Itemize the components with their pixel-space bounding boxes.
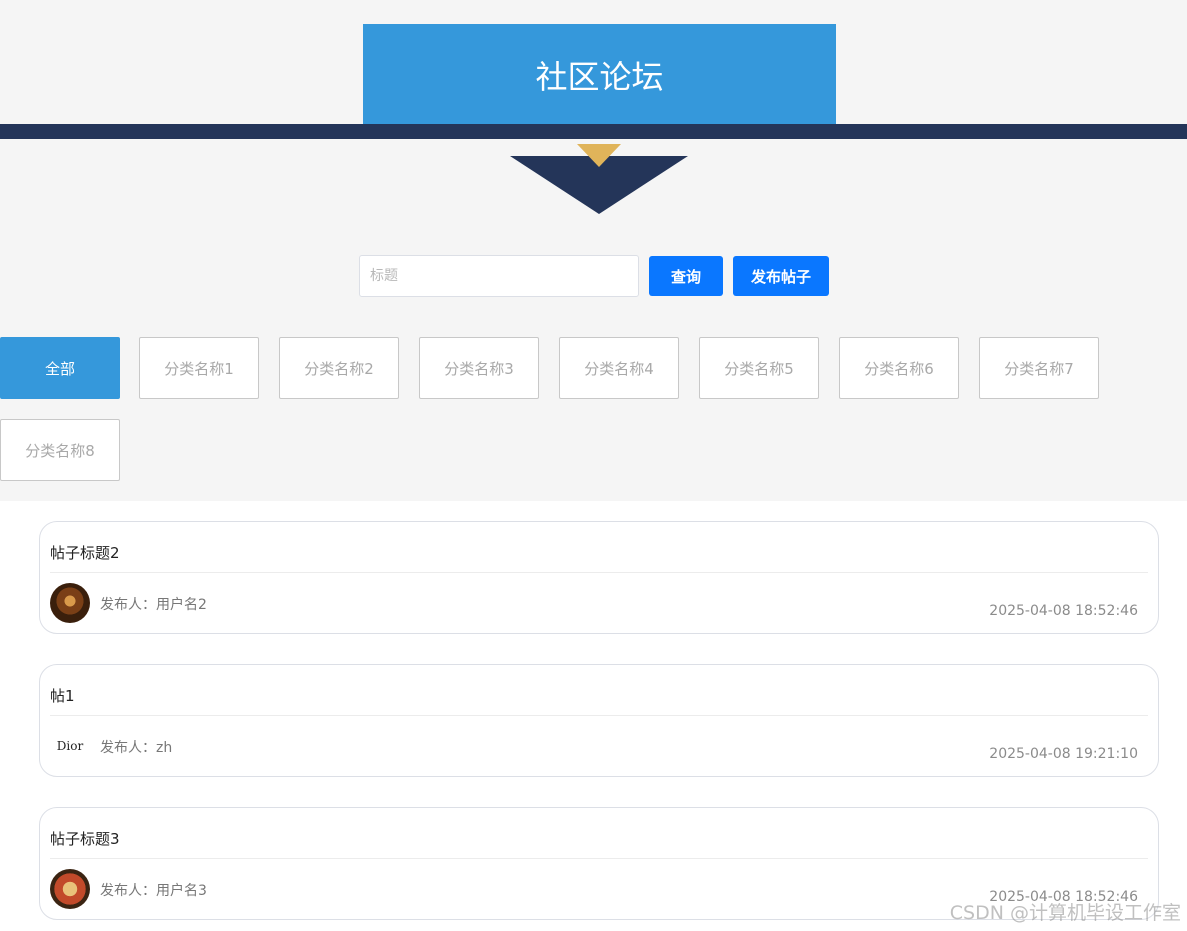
category-all[interactable]: 全部 [0,337,120,399]
dior-logo-avatar: Dior [50,726,90,766]
post-card[interactable]: 帖子标题2 发布人：用户名2 2025-04-08 18:52:46 [39,521,1159,634]
accent-triangle-icon [577,144,621,167]
page-title-text: 社区论坛 [535,57,664,96]
post-author: 发布人：用户名2 [100,597,207,613]
post-time: 2025-04-08 18:52:46 [989,603,1138,619]
post-time: 2025-04-08 19:21:10 [989,746,1138,762]
search-input[interactable] [359,255,639,297]
category-1[interactable]: 分类名称1 [139,337,259,399]
post-author: 发布人：用户名3 [100,883,207,899]
pizza-photo-avatar [50,869,90,909]
post-divider [50,858,1148,859]
post-title[interactable]: 帖子标题2 [50,542,120,563]
post-card[interactable]: 帖1 Dior 发布人：zh 2025-04-08 19:21:10 [39,664,1159,777]
post-author: 发布人：zh [100,740,173,756]
category-4[interactable]: 分类名称4 [559,337,679,399]
post-title[interactable]: 帖1 [50,685,75,706]
post-title[interactable]: 帖子标题3 [50,828,120,849]
category-2[interactable]: 分类名称2 [279,337,399,399]
publish-post-button[interactable]: 发布帖子 [733,256,829,296]
category-5[interactable]: 分类名称5 [699,337,819,399]
category-7[interactable]: 分类名称7 [979,337,1099,399]
category-8[interactable]: 分类名称8 [0,419,120,481]
title-divider-bar [0,124,1187,139]
watermark: CSDN @计算机毕设工作室 [949,902,1181,924]
page-title: 社区论坛 [363,24,836,125]
interior-photo-avatar [50,583,90,623]
header-area: 社区论坛 查询 发布帖子 全部 分类名称1 分类名称2 分类名称3 分类名称4 … [0,0,1187,501]
query-button[interactable]: 查询 [649,256,723,296]
post-divider [50,715,1148,716]
category-6[interactable]: 分类名称6 [839,337,959,399]
post-divider [50,572,1148,573]
category-3[interactable]: 分类名称3 [419,337,539,399]
